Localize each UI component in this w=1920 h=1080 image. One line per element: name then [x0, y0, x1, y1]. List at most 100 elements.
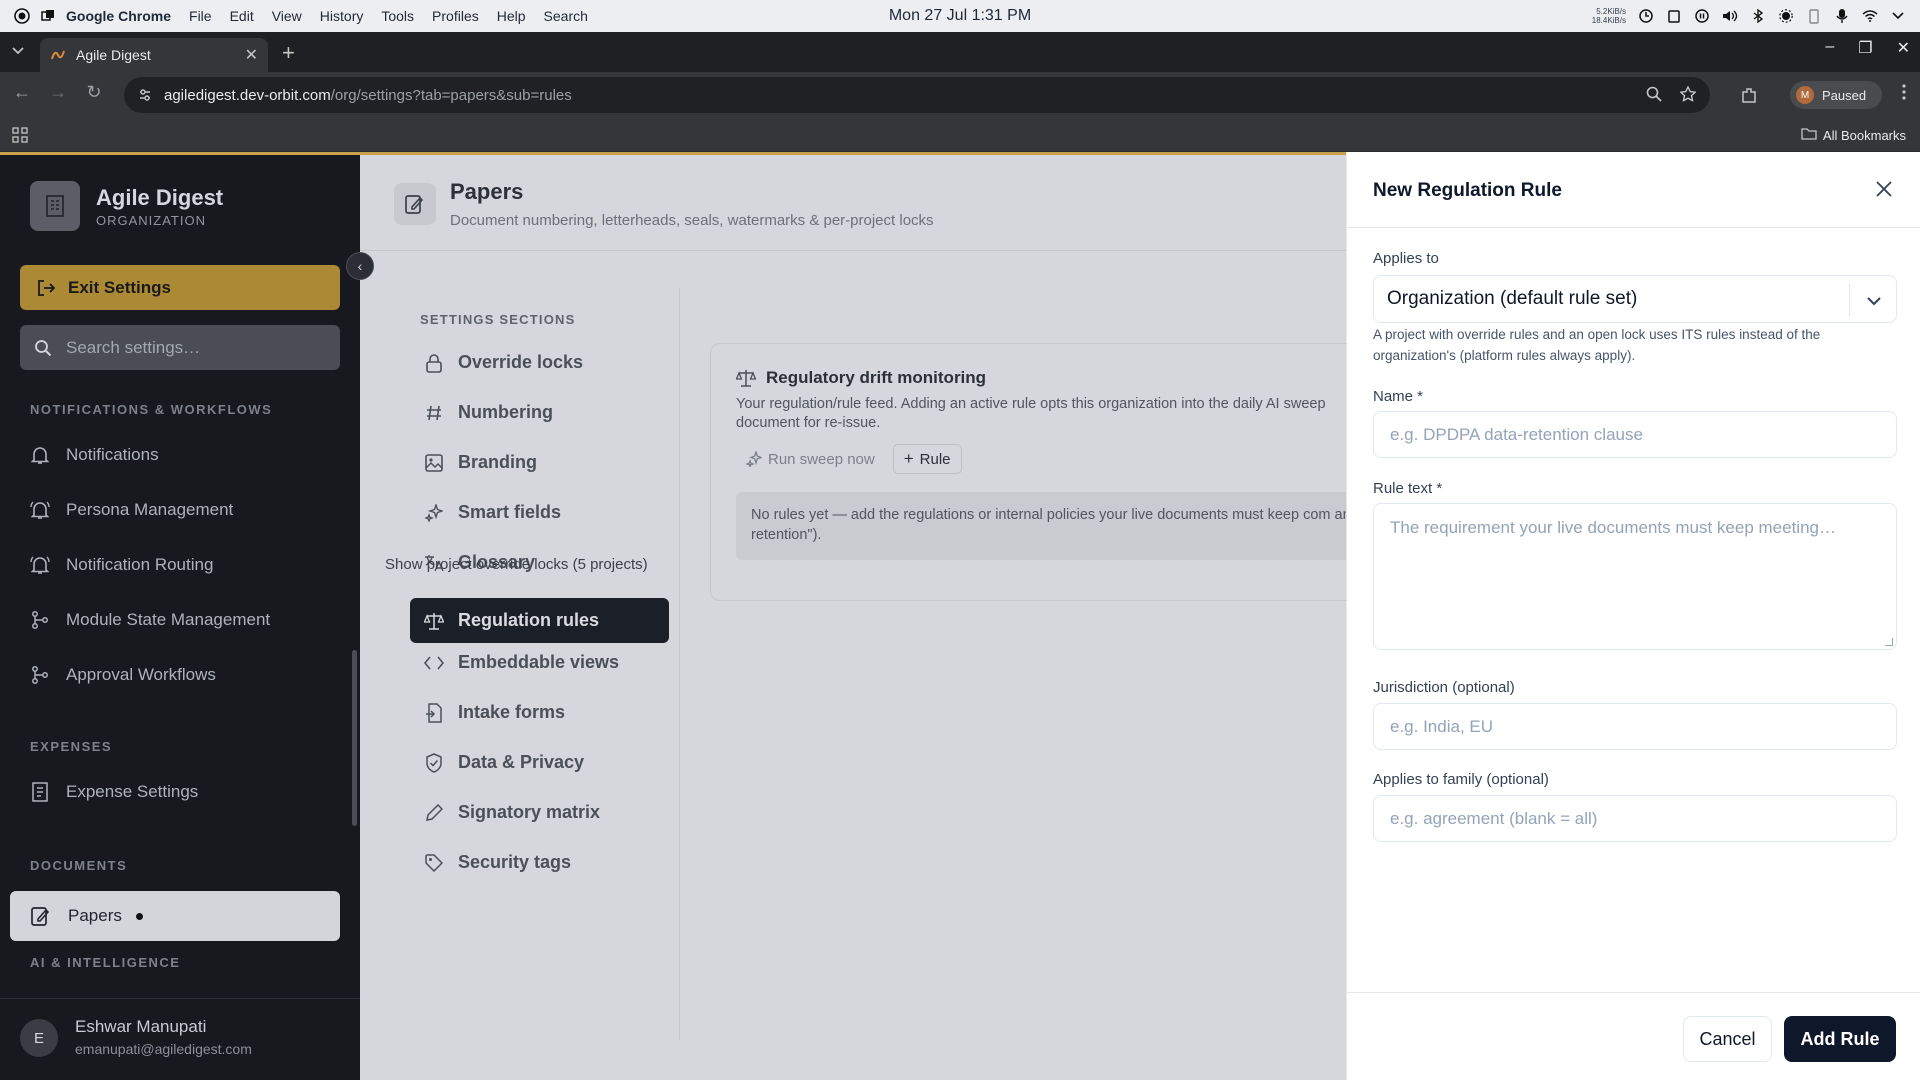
sidebar-item-notification-routing[interactable]: Notification Routing: [30, 555, 213, 575]
edit-document-icon: [30, 905, 52, 927]
profile-button[interactable]: M Paused: [1790, 81, 1882, 109]
menu-history[interactable]: History: [320, 8, 364, 24]
close-icon[interactable]: [1873, 178, 1895, 200]
family-placeholder: e.g. agreement (blank = all): [1390, 808, 1598, 828]
extensions-icon[interactable]: [1740, 86, 1758, 109]
pause-icon[interactable]: [1694, 8, 1710, 24]
system-menu-icon[interactable]: [14, 8, 30, 24]
battery-icon[interactable]: [1806, 8, 1822, 24]
chevron-down-icon: [1866, 290, 1882, 312]
exit-icon: [36, 278, 56, 298]
show-override-locks-link[interactable]: Show project override locks (5 projects): [385, 556, 648, 573]
receipt-icon: [30, 782, 50, 802]
menu-tools[interactable]: Tools: [381, 8, 414, 24]
clock[interactable]: Mon 27 Jul 1:31 PM: [889, 7, 1031, 25]
menu-view[interactable]: View: [272, 8, 302, 24]
section-label: Signatory matrix: [458, 802, 601, 822]
active-app-name[interactable]: Google Chrome: [66, 8, 171, 24]
scale-icon: [736, 368, 756, 388]
section-numbering[interactable]: Numbering: [424, 402, 553, 423]
section-data-privacy[interactable]: Data & Privacy: [424, 752, 584, 773]
section-branding[interactable]: Branding: [424, 452, 537, 473]
section-override-locks[interactable]: Override locks: [424, 352, 583, 373]
tab-search-icon[interactable]: [10, 42, 26, 63]
section-security-tags[interactable]: Security tags: [424, 852, 571, 873]
run-sweep-button[interactable]: Run sweep now: [736, 444, 885, 474]
exit-settings-button[interactable]: Exit Settings: [20, 265, 340, 310]
browser-tab-strip: Agile Digest ✕ + – ❐ ✕: [0, 32, 1920, 72]
bluetooth-icon[interactable]: [1750, 8, 1766, 24]
user-profile[interactable]: E Eshwar Manupati emanupati@agiledigest.…: [0, 998, 360, 1080]
scale-icon: [424, 611, 444, 631]
chevron-down-icon[interactable]: [1890, 8, 1906, 24]
wifi-icon[interactable]: [1862, 8, 1878, 24]
restore-icon[interactable]: ❐: [1858, 38, 1872, 58]
browser-menu-icon[interactable]: [1902, 84, 1906, 105]
tab-close-icon[interactable]: ✕: [245, 45, 258, 65]
cancel-button[interactable]: Cancel: [1683, 1016, 1772, 1062]
zoom-icon[interactable]: [1646, 86, 1662, 106]
resize-grip-icon[interactable]: [1885, 638, 1893, 646]
drawer-header: New Regulation Rule: [1347, 152, 1920, 228]
add-rule-button[interactable]: + Rule: [892, 444, 962, 474]
bookmark-star-icon[interactable]: [1679, 85, 1697, 106]
window-close-icon[interactable]: ✕: [1897, 38, 1910, 58]
sidebar-item-approval-workflows[interactable]: Approval Workflows: [30, 665, 216, 685]
sidebar-scrollbar[interactable]: [352, 650, 357, 826]
menu-profiles[interactable]: Profiles: [432, 8, 479, 24]
rule-text-textarea[interactable]: The requirement your live documents must…: [1373, 503, 1897, 650]
apps-grid-icon[interactable]: [12, 127, 28, 146]
menu-file[interactable]: File: [189, 8, 212, 24]
reload-icon[interactable]: ↻: [80, 82, 108, 103]
building-icon: [30, 181, 80, 231]
section-intake-forms[interactable]: Intake forms: [424, 702, 565, 723]
section-signatory-matrix[interactable]: Signatory matrix: [424, 802, 600, 823]
jurisdiction-input[interactable]: e.g. India, EU: [1373, 703, 1897, 750]
section-label: Data & Privacy: [458, 752, 585, 772]
family-input[interactable]: e.g. agreement (blank = all): [1373, 795, 1897, 842]
sidebar-item-module-state-management[interactable]: Module State Management: [30, 610, 270, 630]
clipboard-icon[interactable]: [1666, 8, 1682, 24]
git-branch-icon: [30, 665, 50, 685]
tag-icon: [424, 853, 444, 873]
name-input[interactable]: e.g. DPDPA data-retention clause: [1373, 411, 1897, 458]
section-embeddable-views[interactable]: Embeddable views: [424, 652, 619, 673]
bell-ring-icon: [30, 500, 50, 520]
add-rule-submit-button[interactable]: Add Rule: [1784, 1016, 1896, 1062]
address-bar[interactable]: agiledigest.dev-orbit.com/org/settings?t…: [124, 77, 1710, 113]
section-smart-fields[interactable]: Smart fields: [424, 502, 561, 523]
profile-avatar: M: [1796, 86, 1814, 104]
window-switch-icon[interactable]: [40, 8, 56, 24]
drawer-title: New Regulation Rule: [1373, 180, 1562, 201]
sidebar-item-expense-settings[interactable]: Expense Settings: [30, 782, 198, 802]
menu-search[interactable]: Search: [544, 8, 588, 24]
microphone-icon[interactable]: [1834, 8, 1850, 24]
menu-help[interactable]: Help: [497, 8, 526, 24]
site-info-icon[interactable]: [138, 88, 152, 102]
section-header-notifications: NOTIFICATIONS & WORKFLOWS: [30, 402, 273, 417]
section-regulation-rules[interactable]: Regulation rules: [410, 598, 669, 643]
forward-icon[interactable]: →: [44, 82, 72, 103]
back-icon[interactable]: ←: [8, 82, 36, 103]
exit-settings-label: Exit Settings: [68, 277, 171, 297]
timer-icon[interactable]: [1638, 8, 1654, 24]
volume-icon[interactable]: [1722, 8, 1738, 24]
net-up: 5.2KiB/s: [1596, 7, 1626, 16]
browser-tab[interactable]: Agile Digest ✕: [40, 38, 268, 72]
collapse-sidebar-button[interactable]: ‹: [346, 252, 374, 280]
sidebar-item-papers[interactable]: Papers: [10, 891, 340, 941]
applies-to-select[interactable]: Organization (default rule set): [1373, 275, 1897, 323]
page-title: Papers: [450, 179, 524, 204]
url-path: /org/settings?tab=papers&sub=rules: [330, 86, 572, 104]
new-tab-icon[interactable]: +: [282, 40, 295, 66]
settings-search-input[interactable]: Search settings…: [20, 325, 340, 370]
all-bookmarks[interactable]: All Bookmarks: [1801, 127, 1906, 143]
brightness-icon[interactable]: [1778, 8, 1794, 24]
minimize-icon[interactable]: –: [1825, 38, 1834, 58]
sidebar-item-notifications[interactable]: Notifications: [30, 445, 159, 465]
menu-edit[interactable]: Edit: [230, 8, 254, 24]
tab-favicon-icon: [50, 47, 66, 63]
rule-text-placeholder: The requirement your live documents must…: [1390, 518, 1836, 537]
section-label: Regulation rules: [458, 610, 600, 630]
sidebar-item-persona-management[interactable]: Persona Management: [30, 500, 233, 520]
